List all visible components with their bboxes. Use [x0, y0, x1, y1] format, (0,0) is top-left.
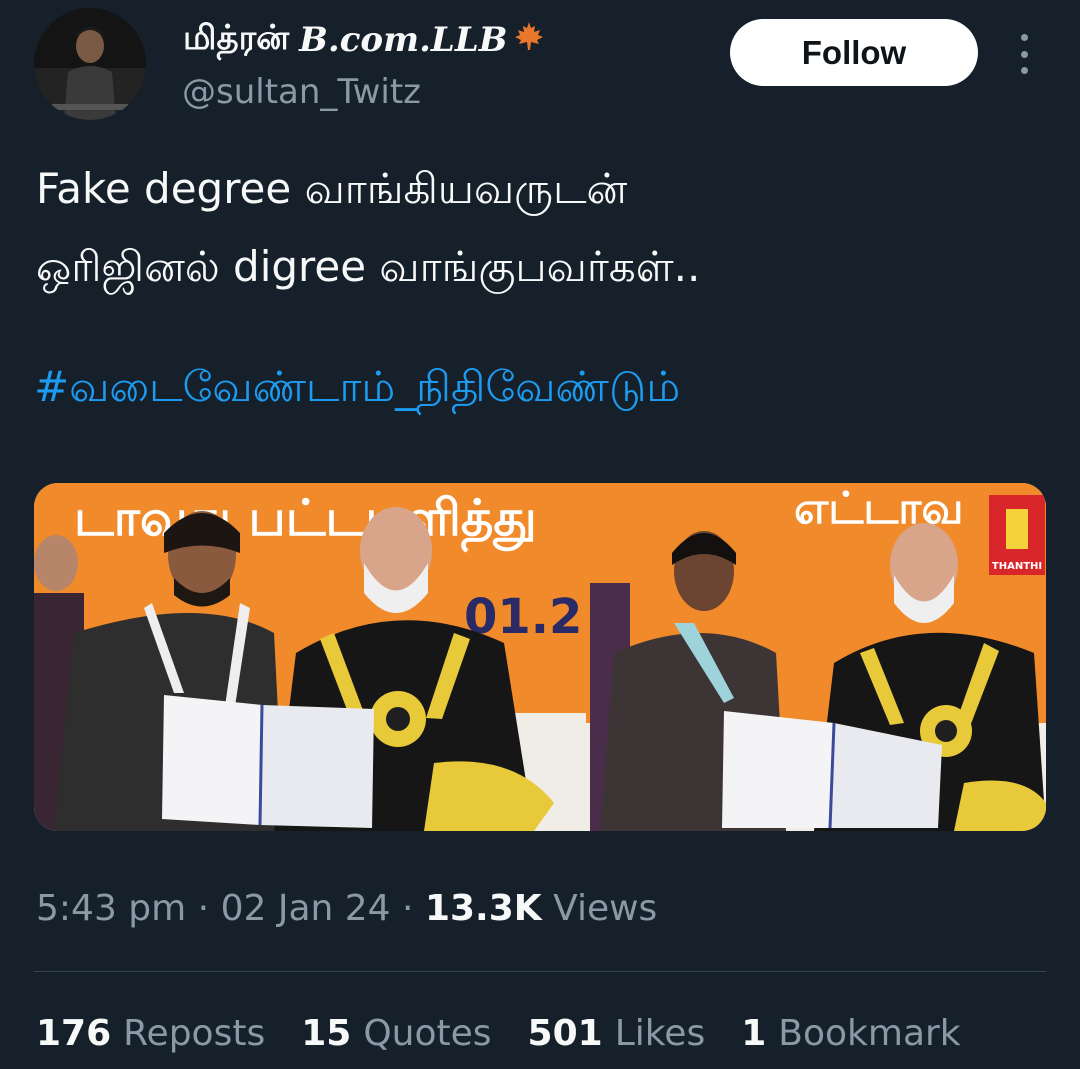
tweet-date[interactable]: 02 Jan 24 — [221, 888, 391, 929]
avatar[interactable] — [34, 8, 146, 120]
avatar-image — [34, 8, 146, 120]
reposts-stat[interactable]: 176 Reposts — [36, 1013, 265, 1054]
separator-dot: · — [402, 888, 414, 929]
graduation-photo-collage: டாவது பட்டமளித்து 01.2 எட்டாவ THANTHI — [34, 483, 1046, 831]
quotes-count: 15 — [301, 1013, 352, 1054]
separator-dot: · — [197, 888, 210, 929]
engagement-stats: 176 Reposts 15 Quotes 501 Likes 1 Bookma… — [36, 1013, 961, 1054]
tweet-time[interactable]: 5:43 pm — [36, 888, 186, 929]
tweet-text-line-2: ஒரிஜினல் digree வாங்குபவர்கள்.. — [36, 242, 701, 291]
reposts-label: Reposts — [123, 1013, 266, 1054]
quotes-stat[interactable]: 15 Quotes — [301, 1013, 491, 1054]
left-banner-text: டாவது பட்டமளித்து — [74, 489, 537, 553]
channel-logo-text: THANTHI — [992, 561, 1042, 572]
bookmarks-stat[interactable]: 1 Bookmark — [741, 1013, 960, 1054]
display-name-tamil: மித்ரன் — [183, 18, 290, 58]
likes-stat[interactable]: 501 Likes — [528, 1013, 706, 1054]
quotes-label: Quotes — [363, 1013, 492, 1054]
more-options-icon[interactable] — [1010, 34, 1038, 74]
display-name[interactable]: மித்ரன் B.com.LLB — [183, 18, 545, 62]
tweet-meta: 5:43 pm · 02 Jan 24 · 13.3K Views — [36, 888, 657, 929]
reposts-count: 176 — [36, 1013, 112, 1054]
likes-label: Likes — [614, 1013, 706, 1054]
divider — [34, 971, 1046, 972]
tweet-media-image[interactable]: டாவது பட்டமளித்து 01.2 எட்டாவ THANTHI — [34, 483, 1046, 831]
maple-leaf-icon — [513, 20, 545, 60]
views-label: Views — [553, 888, 658, 929]
bookmarks-count: 1 — [741, 1013, 767, 1054]
bookmarks-label: Bookmark — [778, 1013, 961, 1054]
right-banner-text: எட்டாவ — [794, 483, 963, 534]
user-handle[interactable]: @sultan_Twitz — [182, 72, 421, 112]
follow-button[interactable]: Follow — [730, 19, 978, 86]
tweet-text: Fake degree வாங்கியவருடன் ஒரிஜினல் digre… — [36, 150, 1046, 306]
likes-count: 501 — [527, 1013, 603, 1054]
tweet-text-line-1: Fake degree வாங்கியவருடன் — [36, 164, 628, 213]
views-count: 13.3K — [424, 888, 542, 929]
hashtag-link[interactable]: #வடைவேண்டாம்_நிதிவேண்டும் — [34, 362, 680, 417]
display-name-latin: B.com.LLB — [299, 20, 508, 60]
